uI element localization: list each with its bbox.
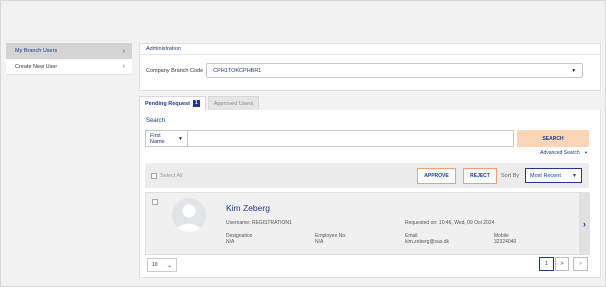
tab-label: Approved Users (213, 100, 254, 107)
advanced-search-link[interactable]: Advanced Search ▼ (540, 150, 588, 156)
request-card: Kim Zeberg Username: REGISTRATION1 Reque… (145, 192, 590, 255)
checkbox[interactable] (151, 172, 157, 179)
count-badge: 1 (192, 100, 200, 107)
request-checkbox[interactable] (152, 199, 158, 205)
mobile-value: 32324040 (494, 239, 517, 245)
sort-value: Most Recent (530, 172, 561, 179)
approve-button[interactable]: APPROVE (417, 168, 456, 184)
sort-select[interactable]: Most Recent ▼ (525, 168, 582, 183)
select-all-checkbox[interactable]: Select All (151, 172, 183, 179)
sidebar: My Branch Users › Create New User › (6, 43, 132, 75)
username-text: Username: REGISTRATION1 (226, 220, 292, 226)
sidebar-item-create-new-user[interactable]: Create New User › (6, 59, 132, 75)
chevron-down-icon: ⌄ (166, 262, 172, 269)
branch-code-label: Company Branch Code (146, 67, 204, 74)
search-heading: Search (146, 118, 166, 124)
app-frame: My Branch Users › Create New User › Admi… (0, 0, 606, 287)
panel-title: Administration (140, 44, 600, 55)
sidebar-item-my-branch-users[interactable]: My Branch Users › (6, 43, 132, 59)
next-page-button[interactable]: > (555, 257, 569, 271)
caret-down-icon: ▼ (571, 67, 577, 74)
requested-on-text: Requested on: 10:46, Wed, 09 Oct 2024 (405, 220, 495, 226)
search-input[interactable] (188, 130, 514, 147)
email-value: kim.zeberg@sas.dk (405, 239, 449, 245)
tab-label: Pending Request (145, 100, 190, 107)
search-field-value: First Name (150, 132, 165, 145)
employee-no-value: N/A (315, 239, 324, 245)
branch-code-select[interactable]: CPH1TOKCPHBR1 ▼ (206, 63, 584, 78)
search-button[interactable]: SEARCH (517, 130, 589, 147)
tab-approved-users[interactable]: Approved Users (207, 96, 260, 110)
user-avatar-icon (172, 198, 206, 232)
sidebar-item-label: My Branch Users (15, 48, 58, 54)
branch-code-value: CPH1TOKCPHBR1 (213, 67, 262, 74)
pending-requests-panel: Search First Name ▼ SEARCH Advanced Sear… (139, 110, 601, 278)
page-size-select[interactable]: 10 ⌄ (147, 258, 177, 272)
caret-down-icon: ▼ (178, 135, 183, 142)
tab-pending-request[interactable]: Pending Request 1 (139, 96, 206, 110)
reject-button[interactable]: REJECT (463, 168, 497, 184)
select-all-label: Select All (160, 172, 183, 179)
page-size-value: 10 (152, 262, 158, 268)
sort-by-label: Sort By (501, 173, 520, 179)
chevron-right-icon: › (122, 63, 125, 70)
search-field-select[interactable]: First Name ▼ (145, 130, 188, 147)
caret-down-icon: ▼ (584, 150, 588, 155)
advanced-search-label: Advanced Search (540, 150, 580, 156)
page-button-current[interactable]: 1 (539, 257, 554, 271)
requester-name: Kim Zeberg (226, 203, 270, 213)
bulk-action-toolbar: Select All APPROVE REJECT Sort By Most R… (145, 163, 589, 188)
caret-down-icon: ▼ (572, 172, 577, 179)
chevron-right-icon: › (122, 47, 125, 55)
tab-bar: Pending Request 1 Approved Users (139, 96, 260, 110)
designation-value: N/A (226, 239, 235, 245)
administration-panel: Administration Company Branch Code CPH1T… (139, 43, 601, 91)
chevron-right-icon: › (583, 219, 586, 229)
request-detail-button[interactable]: › (579, 193, 590, 255)
sidebar-item-label: Create New User (15, 63, 58, 70)
last-page-button[interactable]: > (573, 257, 588, 271)
